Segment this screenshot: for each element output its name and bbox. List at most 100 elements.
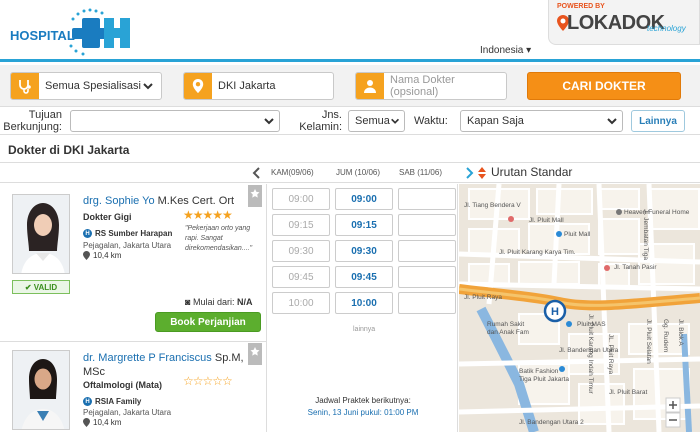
map-label: Jl. Pluit Barat xyxy=(609,389,647,396)
hospital-name[interactable]: H RSIA Family xyxy=(83,397,141,406)
time-slot-empty xyxy=(398,188,456,210)
schedule-grid: 09:00 09:15 09:30 09:45 10:00 09:00 09:1… xyxy=(266,184,458,342)
day-header-thu: KAM(09/06) xyxy=(271,168,314,177)
powered-by-label: POWERED BY xyxy=(557,3,605,10)
purpose-select[interactable] xyxy=(70,110,280,132)
language-selector[interactable]: Indonesia ▾ xyxy=(480,45,531,56)
purpose-label-2: Berkunjung: xyxy=(3,121,62,133)
time-slot: 09:45 xyxy=(272,266,330,288)
hospital-logo-icon[interactable] xyxy=(68,8,134,56)
more-filters-button[interactable]: Lainnya xyxy=(631,110,685,132)
zoom-in-icon[interactable] xyxy=(665,397,681,413)
doctor-name-placeholder: Nama Dokter (opsional) xyxy=(390,74,455,98)
doctor-name[interactable]: drg. Sophie Yo M.Kes Cert. Ort xyxy=(83,195,234,207)
poi-icon[interactable] xyxy=(556,231,562,237)
map-label: Gg. Rudem xyxy=(662,319,669,352)
doctor-address: Pejagalan, Jakarta Utara xyxy=(83,408,172,417)
doctor-title: M.Kes Cert. Ort xyxy=(154,195,235,207)
doctor-photo[interactable] xyxy=(12,194,70,274)
next-dates-icon[interactable] xyxy=(464,167,474,179)
map-label: Batik Fashion xyxy=(519,368,559,375)
doctor-photo[interactable] xyxy=(12,350,70,430)
hospital-marker-icon[interactable]: H xyxy=(543,299,567,323)
hospital-name[interactable]: H RS Sumber Harapan xyxy=(83,229,172,238)
doctor-specialty: Dokter Gigi xyxy=(83,212,132,222)
time-slot-empty xyxy=(398,240,456,262)
search-bar: Semua Spesialisasi DKI Jakarta Nama Dokt… xyxy=(0,65,700,107)
time-slot: 09:00 xyxy=(272,188,330,210)
chevron-down-icon xyxy=(264,118,274,125)
book-appointment-button[interactable]: Book Perjanjian xyxy=(155,312,261,332)
time-slot[interactable]: 09:45 xyxy=(335,266,393,288)
poi-icon[interactable] xyxy=(616,209,622,215)
next-schedule-value[interactable]: Senin, 13 Juni pukul: 01:00 PM xyxy=(267,408,459,417)
search-doctor-button[interactable]: CARI DOKTER xyxy=(527,72,681,100)
zoom-out-icon[interactable] xyxy=(665,412,681,428)
map-label: Jl. Jembatan Tiga xyxy=(642,209,649,260)
map-label: JL. Pluit Raya xyxy=(607,334,614,374)
map-label: dan Anak Fam xyxy=(487,329,529,336)
chevron-down-icon xyxy=(390,118,399,124)
doctor-card: drg. Sophie Yo M.Kes Cert. Ort Dokter Gi… xyxy=(0,184,266,342)
specialization-select[interactable]: Semua Spesialisasi xyxy=(10,72,162,100)
valid-badge: ✔ VALID xyxy=(12,280,70,294)
sort-select[interactable]: Urutan Standar xyxy=(491,165,572,179)
specialization-value: Semua Spesialisasi xyxy=(45,80,141,92)
doctor-name[interactable]: dr. Margrette P Franciscus Sp.M, xyxy=(83,352,244,364)
filter-bar: Tujuan Berkunjung: Jns. Kelamin: Semua W… xyxy=(0,107,700,135)
map-view[interactable]: Jl. Tiang Bendera V Heaven Funeral Home … xyxy=(459,184,700,432)
poi-icon[interactable] xyxy=(508,216,514,222)
time-value: Kapan Saja xyxy=(467,115,524,127)
time-select[interactable]: Kapan Saja xyxy=(460,110,623,132)
next-schedule-label: Jadwal Praktek berikutnya: xyxy=(315,396,411,405)
poi-icon[interactable] xyxy=(604,265,610,271)
powered-by-badge[interactable]: POWERED BY LOKADOK technology xyxy=(548,0,700,45)
doctor-name-text[interactable]: dr. Margrette P Franciscus xyxy=(83,352,212,364)
check-icon: ✔ xyxy=(24,282,34,292)
location-pin-icon xyxy=(83,251,90,260)
review-quote: "Pekerjaan orto yang rapi. Sangat direko… xyxy=(185,225,253,252)
gender-label-1: Jns. xyxy=(321,109,342,121)
poi-icon[interactable] xyxy=(559,366,565,372)
hospital-label[interactable]: RSIA Family xyxy=(95,397,141,406)
hospital-icon: H xyxy=(83,397,92,406)
doctor-distance: 10,4 km xyxy=(83,251,121,260)
time-slot[interactable]: 09:15 xyxy=(335,214,393,236)
gender-label-2: Kelamin: xyxy=(299,121,342,133)
time-slot[interactable]: 09:00 xyxy=(335,188,393,210)
doctor-name-input[interactable]: Nama Dokter (opsional) xyxy=(355,72,507,100)
gender-select[interactable]: Semua xyxy=(348,110,405,132)
poi-icon[interactable] xyxy=(566,321,572,327)
price-value: N/A xyxy=(236,297,253,307)
rating-stars: ☆☆☆☆☆ xyxy=(183,374,233,388)
more-slots-link[interactable]: lainnya xyxy=(353,326,375,333)
map-label: Jl. Pluit Selatan xyxy=(645,319,652,364)
time-slot-empty xyxy=(398,214,456,236)
doctor-distance: 10,4 km xyxy=(83,418,121,427)
map-canvas[interactable]: Jl. Tiang Bendera V Heaven Funeral Home … xyxy=(459,184,700,432)
time-slot[interactable]: 09:30 xyxy=(335,240,393,262)
schedule-header: KAM(09/06) JUM (10/06) SAB (11/06) Uruta… xyxy=(0,163,700,183)
hospital-label[interactable]: RS Sumber Harapan xyxy=(95,229,172,238)
results-title: Dokter di DKI Jakarta xyxy=(8,143,130,157)
map-label: Jl. Pluit Karang Karya Tim. xyxy=(499,249,576,256)
camera-icon: ◙ xyxy=(185,297,191,307)
prev-dates-icon[interactable] xyxy=(252,167,262,179)
chevron-down-icon xyxy=(143,83,153,90)
location-value: DKI Jakarta xyxy=(218,80,276,92)
map-label: Jl. Pluit Mall xyxy=(529,217,564,224)
time-slot[interactable]: 10:00 xyxy=(335,292,393,314)
map-label: Jl. Tanah Pasir xyxy=(614,264,657,271)
day-header-sat: SAB (11/06) xyxy=(399,168,442,177)
time-label: Waktu: xyxy=(414,115,448,127)
sort-icon[interactable] xyxy=(478,167,486,179)
bookmark-icon[interactable] xyxy=(248,185,262,207)
logo-text[interactable]: HOSPITAL xyxy=(10,28,75,43)
price-label: Mulai dari: xyxy=(192,297,235,307)
doctor-icon xyxy=(356,73,384,99)
bookmark-icon[interactable] xyxy=(248,343,262,365)
location-input[interactable]: DKI Jakarta xyxy=(183,72,334,100)
next-schedule: Jadwal Praktek berikutnya: Senin, 13 Jun… xyxy=(266,342,458,432)
map-label: Tiga Pluit Jakarta xyxy=(519,376,569,383)
doctor-name-text[interactable]: drg. Sophie Yo xyxy=(83,195,155,207)
